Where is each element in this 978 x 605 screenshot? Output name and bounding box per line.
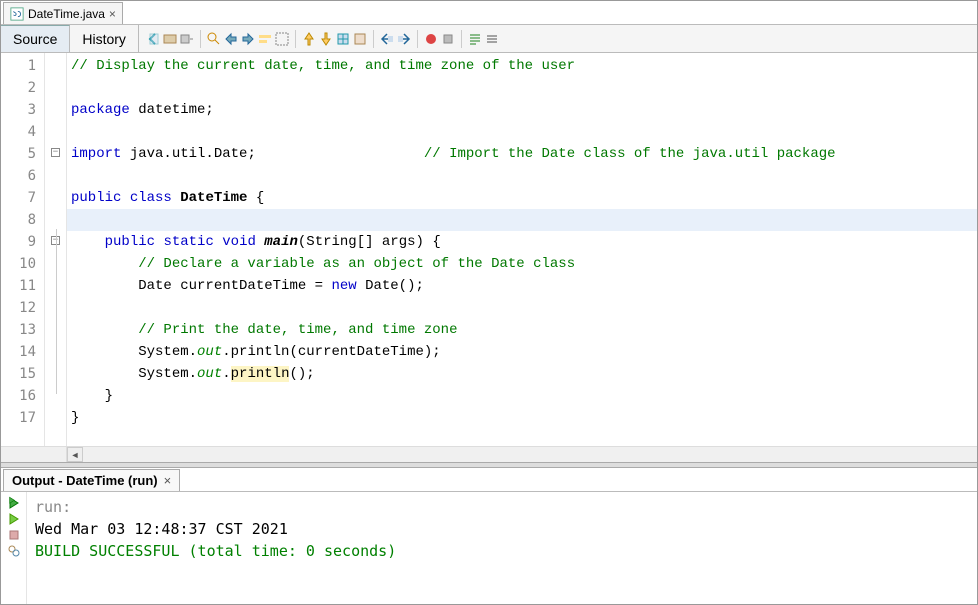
- output-tab-bar: Output - DateTime (run) ×: [1, 468, 977, 492]
- output-panel: Output - DateTime (run) × run: Wed Mar 0…: [1, 468, 977, 604]
- code-area[interactable]: // Display the current date, time, and t…: [67, 53, 977, 446]
- code-editor[interactable]: 1234567891011121314151617 − − // Display…: [1, 53, 977, 446]
- output-tab-close[interactable]: ×: [164, 473, 172, 488]
- run-icon[interactable]: [7, 496, 21, 510]
- macro-stop-icon[interactable]: [440, 31, 456, 47]
- file-tab[interactable]: DateTime.java ×: [3, 2, 123, 24]
- toggle-rect-icon[interactable]: [274, 31, 290, 47]
- file-tab-close[interactable]: ×: [109, 7, 116, 21]
- generic-icon[interactable]: [352, 31, 368, 47]
- output-tab-label: Output - DateTime (run): [12, 473, 158, 488]
- output-line: Wed Mar 03 12:48:37 CST 2021: [35, 518, 969, 540]
- java-file-icon: [10, 7, 24, 21]
- fold-gutter: − −: [45, 53, 67, 446]
- separator: [417, 30, 418, 48]
- output-gutter: [1, 492, 27, 604]
- uncomment-icon[interactable]: [484, 31, 500, 47]
- output-line: run:: [35, 496, 969, 518]
- output-text[interactable]: run: Wed Mar 03 12:48:37 CST 2021 BUILD …: [27, 492, 977, 604]
- shift-left-icon[interactable]: [379, 31, 395, 47]
- toggle-bookmark-icon[interactable]: [335, 31, 351, 47]
- separator: [295, 30, 296, 48]
- output-tab[interactable]: Output - DateTime (run) ×: [3, 469, 180, 491]
- separator: [461, 30, 462, 48]
- macro-rec-icon[interactable]: [423, 31, 439, 47]
- find-next-icon[interactable]: [240, 31, 256, 47]
- cursor-line[interactable]: [67, 209, 977, 231]
- next-bookmark-icon[interactable]: [318, 31, 334, 47]
- last-edit-icon[interactable]: [179, 31, 195, 47]
- nav-fwd-icon[interactable]: [162, 31, 178, 47]
- stop-icon[interactable]: [7, 528, 21, 542]
- fold-toggle-icon[interactable]: −: [51, 148, 60, 157]
- run2-icon[interactable]: [7, 512, 21, 526]
- file-tab-label: DateTime.java: [28, 7, 105, 21]
- output-line: BUILD SUCCESSFUL (total time: 0 seconds): [35, 540, 969, 562]
- prev-bookmark-icon[interactable]: [301, 31, 317, 47]
- horizontal-scrollbar[interactable]: ◄: [1, 446, 977, 462]
- tab-source[interactable]: Source: [1, 25, 70, 52]
- line-number-gutter: 1234567891011121314151617: [1, 53, 45, 446]
- scroll-left-icon[interactable]: ◄: [67, 447, 83, 462]
- toggle-hl-icon[interactable]: [257, 31, 273, 47]
- editor-toolbar-row: Source History: [1, 25, 977, 53]
- tab-history[interactable]: History: [70, 25, 139, 52]
- find-sel-icon[interactable]: [206, 31, 222, 47]
- nav-back-icon[interactable]: [145, 31, 161, 47]
- editor-toolbar: [139, 30, 500, 48]
- shift-right-icon[interactable]: [396, 31, 412, 47]
- separator: [200, 30, 201, 48]
- find-prev-icon[interactable]: [223, 31, 239, 47]
- file-tab-bar: DateTime.java ×: [1, 1, 977, 25]
- comment-icon[interactable]: [467, 31, 483, 47]
- separator: [373, 30, 374, 48]
- settings-icon[interactable]: [7, 544, 21, 558]
